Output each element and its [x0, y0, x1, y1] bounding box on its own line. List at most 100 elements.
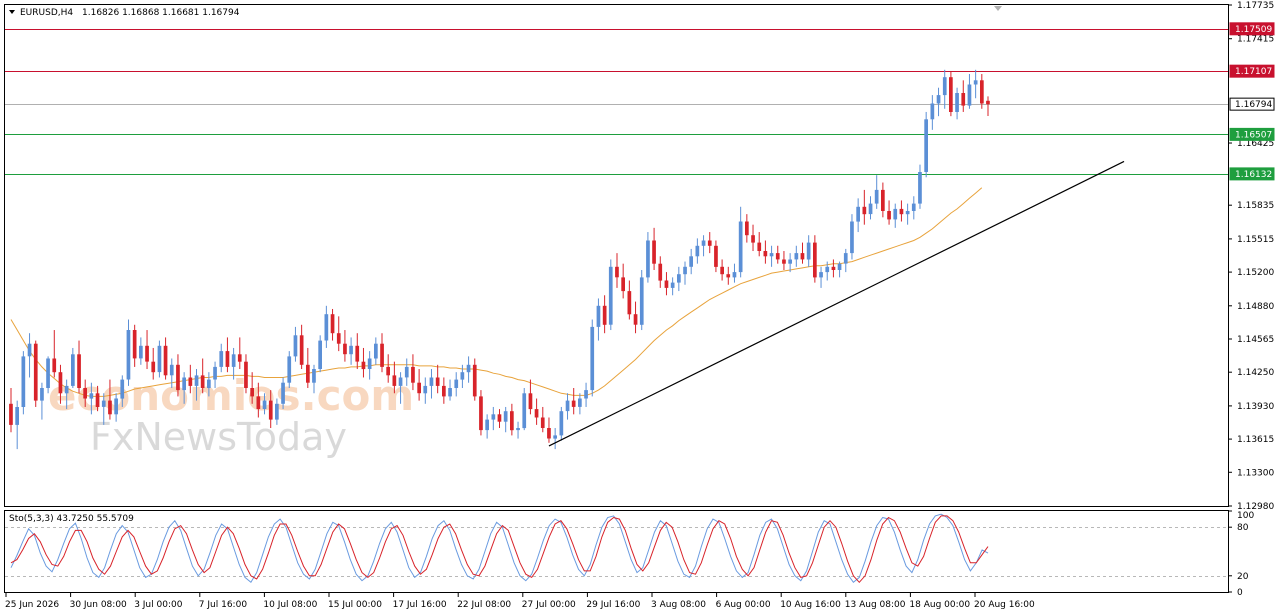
candle-body	[961, 93, 966, 106]
candle-body	[281, 382, 285, 404]
price-tick-label: 1.14250	[1237, 368, 1274, 378]
candle	[522, 387, 527, 431]
candle-body	[806, 242, 811, 260]
stochastic-tick-label: 20	[1237, 572, 1249, 582]
time-tick-label: 20 Aug 16:00	[974, 600, 1035, 610]
candle-body	[980, 80, 984, 104]
candle-body	[633, 314, 638, 325]
candle-body	[262, 400, 267, 409]
candle-body	[404, 366, 409, 378]
price-tags: 1.17509 1.17107 1.16794 1.16507 1.16132	[1229, 22, 1275, 181]
candle-body	[392, 375, 397, 386]
price-tick-label: 1.17735	[1237, 1, 1274, 11]
candle-body	[608, 266, 613, 325]
price-tag-resistance-2: 1.17509	[1229, 22, 1275, 36]
candle-body	[169, 364, 174, 376]
candle-body	[411, 366, 415, 383]
candle-body	[182, 377, 186, 391]
price-tag-support-2: 1.16132	[1229, 167, 1275, 181]
candle-body	[868, 203, 873, 215]
stochastic-tick-label: 100	[1237, 511, 1254, 521]
candle-body	[64, 385, 69, 394]
time-tick-label: 17 Jul 16:00	[393, 600, 447, 610]
price-tick-label: 1.14565	[1237, 335, 1274, 345]
candle-body	[429, 377, 434, 386]
candle-body	[423, 385, 428, 394]
watermark-line1: economies.com	[48, 371, 414, 420]
candle-body	[596, 305, 601, 327]
candle-body	[856, 206, 860, 222]
candle-body	[658, 263, 663, 281]
candle-body	[522, 393, 527, 429]
candle-body	[219, 351, 224, 367]
candle-body	[139, 345, 143, 359]
time-tick-label: 10 Jul 08:00	[263, 600, 317, 610]
candle-body	[21, 356, 26, 407]
candle-body	[559, 411, 564, 436]
time-tick-label: 25 Jun 2026	[5, 600, 59, 610]
candle-body	[472, 364, 477, 397]
candle-body	[163, 345, 168, 376]
time-tick-label: 6 Aug 00:00	[716, 600, 771, 610]
time-tick-label: 7 Jul 16:00	[199, 600, 248, 610]
candle-body	[893, 208, 898, 220]
candle	[46, 356, 50, 394]
candle-body	[200, 375, 205, 388]
candle	[949, 71, 953, 117]
candle-body	[101, 400, 106, 407]
candle-body	[27, 343, 32, 357]
candle-body	[602, 305, 607, 325]
candle-body	[683, 266, 687, 275]
candle-body	[349, 345, 353, 355]
candle-body	[800, 253, 805, 260]
candle-body	[77, 354, 81, 388]
candle-body	[831, 266, 836, 270]
candle-body	[942, 77, 947, 96]
candle-body	[15, 407, 19, 425]
candle-body	[732, 272, 737, 278]
candle-body	[83, 388, 87, 399]
price-tag-label: 1.16507	[1235, 130, 1272, 140]
candle	[639, 269, 644, 331]
price-tick-label: 1.13615	[1237, 435, 1274, 445]
candle-body	[615, 266, 619, 278]
candle-body	[547, 428, 551, 439]
candle-body	[293, 335, 298, 357]
candle-body	[58, 372, 63, 394]
candle-body	[590, 326, 595, 391]
price-tag-label: 1.17509	[1235, 25, 1272, 35]
candle-body	[120, 379, 125, 399]
stochastic-tick-label: 0	[1237, 588, 1243, 598]
candle-body	[231, 354, 236, 367]
candle-body	[775, 253, 780, 260]
candle-body	[244, 361, 248, 388]
candle-body	[114, 398, 118, 415]
candle-body	[126, 330, 131, 380]
candle-body	[256, 396, 261, 409]
candle-body	[646, 240, 650, 278]
price-tag-current: 1.16794	[1229, 97, 1275, 111]
stochastic-tick-label: 80	[1237, 523, 1249, 533]
candle-body	[306, 364, 310, 383]
candle-body	[157, 345, 162, 373]
candle-body	[380, 343, 384, 367]
candle-body	[553, 435, 557, 439]
candle	[608, 259, 613, 331]
ohlc-values: 1.16826 1.16868 1.16681 1.16794	[82, 8, 240, 18]
candle-body	[584, 390, 588, 399]
candle-body	[769, 253, 774, 257]
symbol-label: EURUSD,H4	[20, 8, 73, 18]
candle	[472, 358, 477, 401]
candle	[924, 111, 928, 178]
candle-body	[442, 385, 446, 397]
time-tick-label: 18 Aug 00:00	[909, 600, 970, 610]
candle-body	[460, 372, 465, 380]
candle-body	[194, 375, 199, 386]
candle	[287, 351, 292, 388]
candle-body	[850, 221, 854, 254]
candle-body	[726, 274, 731, 278]
chart-canvas: economies.com FxNewsToday 1.17735 1.17415…	[4, 1, 1275, 610]
candle-body	[639, 277, 644, 325]
candle-body	[454, 379, 459, 388]
price-tag-label: 1.17107	[1235, 67, 1272, 77]
